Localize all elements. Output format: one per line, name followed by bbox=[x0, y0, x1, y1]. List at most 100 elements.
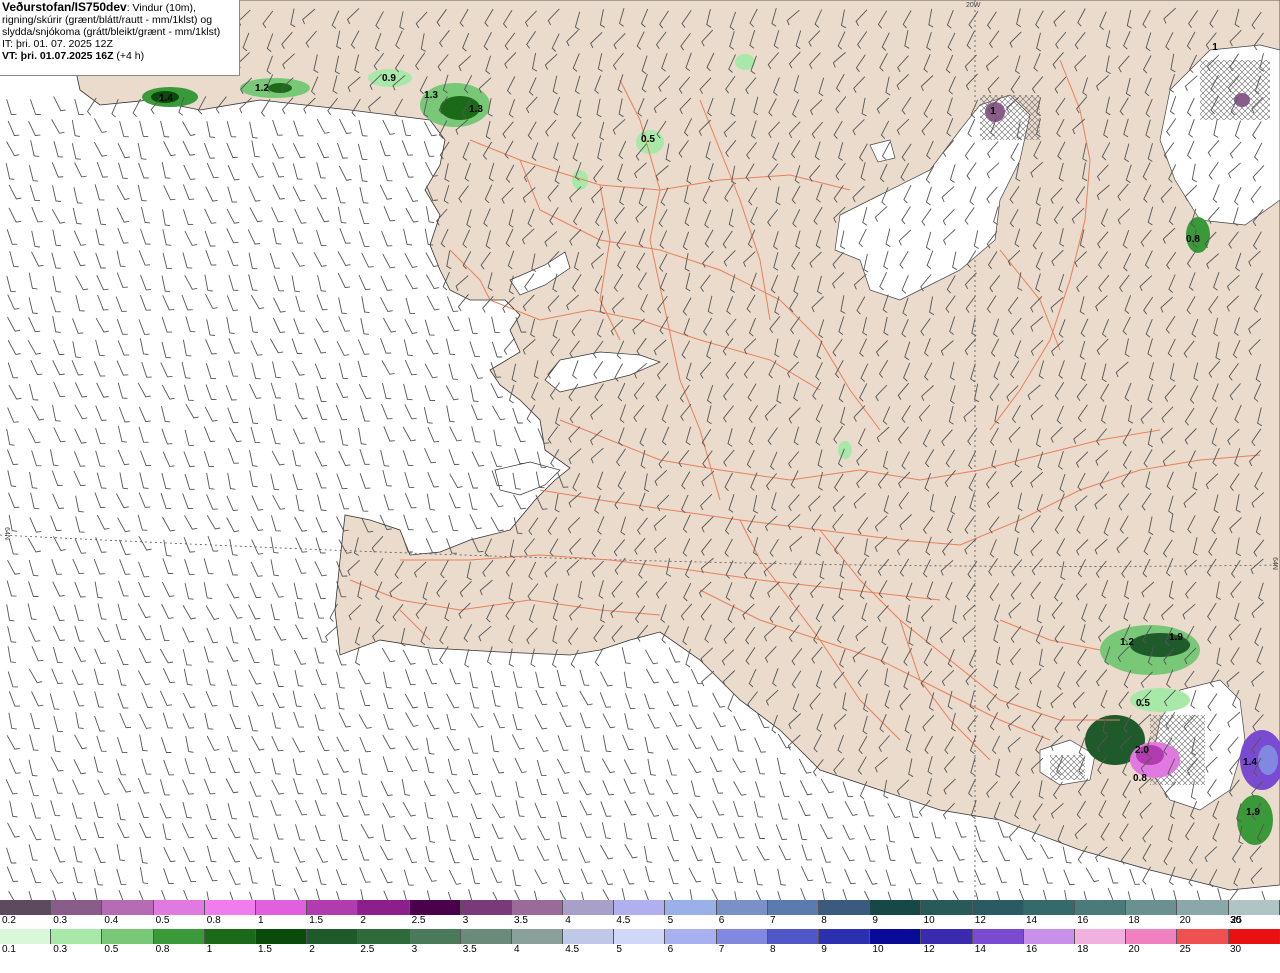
snow-label: 2.5 bbox=[411, 915, 426, 926]
rain-label: 0.3 bbox=[53, 944, 68, 955]
snow-label: 18 bbox=[1128, 915, 1140, 926]
rain-swatch bbox=[51, 929, 103, 944]
snow-swatch bbox=[614, 900, 666, 915]
snow-swatch bbox=[921, 900, 973, 915]
rain-label: 5 bbox=[616, 944, 622, 955]
snow-swatch bbox=[51, 900, 103, 915]
lon-label: 20W bbox=[966, 2, 981, 9]
map-canvas: 1.4 1.2 0.9 1.3 1.3 0.5 1 0.8 1.2 1.9 0.5 2.0 0.8 1.9… bbox=[0, 0, 1280, 900]
lat-label-left: 64N bbox=[2, 527, 10, 540]
precip-value-label: 1.4 bbox=[1243, 757, 1257, 768]
snow-label: 0.8 bbox=[206, 915, 221, 926]
snow-label: 2 bbox=[360, 915, 366, 926]
rain-label: 3 bbox=[411, 944, 418, 955]
rain-swatch bbox=[307, 929, 359, 944]
rain-label: 6 bbox=[667, 944, 674, 955]
rain-label: 1.5 bbox=[258, 944, 272, 955]
rain-label: 7 bbox=[718, 944, 725, 955]
rain-swatch bbox=[870, 929, 922, 944]
map-title: Veðurstofan/IS750dev bbox=[2, 0, 127, 14]
snow-swatch bbox=[0, 900, 52, 915]
rain-swatch bbox=[563, 929, 615, 944]
rain-swatch bbox=[409, 929, 461, 944]
rain-swatch bbox=[153, 929, 205, 944]
snow-label: 14 bbox=[1026, 915, 1038, 926]
precip-value-label: 1.4 bbox=[159, 93, 173, 104]
lead-time: (+4 h) bbox=[116, 50, 145, 62]
snow-swatch bbox=[460, 900, 512, 915]
rain-label: 2.5 bbox=[360, 944, 375, 955]
snow-legend-labels: 0.2 0.3 0.4 0.5 0.8 1 1.5 2 2.5 3 3.5 4 4.5 5 6 7 8 9 10 12… bbox=[0, 915, 1280, 929]
precip-value-label: 1 bbox=[1212, 42, 1218, 53]
rain-label: 8 bbox=[770, 944, 776, 955]
rain-swatch bbox=[614, 929, 666, 944]
snow-label: 3.5 bbox=[514, 915, 528, 926]
snow-swatch bbox=[767, 900, 819, 915]
rain-label: 25 bbox=[1179, 944, 1191, 955]
snow-label: 30 bbox=[1230, 915, 1242, 926]
snow-swatch bbox=[255, 900, 308, 915]
rain-swatch bbox=[1074, 929, 1127, 944]
rain-label: 9 bbox=[821, 944, 827, 955]
snow-swatch bbox=[1023, 900, 1075, 915]
rain-swatch bbox=[358, 929, 410, 944]
initial-time: IT: þri. 01. 07. 2025 12Z bbox=[2, 38, 113, 50]
snow-swatch bbox=[563, 900, 615, 915]
rain-label: 14 bbox=[974, 944, 986, 955]
snow-label: 4 bbox=[565, 915, 571, 926]
snow-label: 4.5 bbox=[616, 915, 631, 926]
rain-label: 4 bbox=[514, 944, 520, 955]
rain-label: 0.1 bbox=[2, 944, 16, 955]
snow-legend-bar bbox=[0, 900, 1280, 915]
snow-label: 10 bbox=[923, 915, 935, 926]
precip-value-label: 1.3 bbox=[424, 90, 438, 101]
rain-swatch bbox=[255, 929, 308, 944]
weather-map: 1.4 1.2 0.9 1.3 1.3 0.5 1 0.8 1.2 1.9 0.5 2.0 0.8 1.9… bbox=[0, 0, 1280, 900]
rain-swatch bbox=[511, 929, 564, 944]
precip-value-label: 0.8 bbox=[1133, 773, 1147, 784]
snow-label: 0.4 bbox=[104, 915, 119, 926]
rain-label: 1 bbox=[206, 944, 213, 955]
snow-label: 12 bbox=[974, 915, 986, 926]
snow-swatch bbox=[153, 900, 205, 915]
rain-swatch bbox=[767, 929, 819, 944]
rain-swatch bbox=[204, 929, 256, 944]
rain-swatch bbox=[0, 929, 52, 944]
map-info-box: Veðurstofan/IS750dev: Vindur (10m), rign… bbox=[0, 0, 240, 76]
rain-swatch bbox=[921, 929, 973, 944]
snow-swatch bbox=[358, 900, 410, 915]
precip-value-label: 1.9 bbox=[1246, 807, 1260, 818]
rain-swatch bbox=[1023, 929, 1075, 944]
precip-value-label: 1.2 bbox=[255, 83, 269, 94]
rain-legend: 0.1 0.3 0.5 0.8 1 1.5 2 2.5 3 3.5 4 4.5 5 6 7 8 9 10 12 14 1… bbox=[0, 929, 1280, 973]
snow-label: 6 bbox=[718, 915, 725, 926]
rain-swatch bbox=[665, 929, 717, 944]
info-line-3: slydda/snjókoma (grátt/bleikt/grænt - mm… bbox=[2, 26, 221, 38]
precip-value-label: 1.2 bbox=[1120, 637, 1134, 648]
precip-value-label: 1.9 bbox=[1169, 632, 1183, 643]
info-line-1: Veðurstofan/IS750dev: Vindur (10m), bbox=[2, 1, 237, 14]
snow-label: 20 bbox=[1179, 915, 1191, 926]
snow-swatch bbox=[204, 900, 256, 915]
rain-label: 20 bbox=[1128, 944, 1140, 955]
snow-swatch bbox=[819, 900, 871, 915]
rain-swatch bbox=[1228, 929, 1280, 944]
snow-label: 8 bbox=[821, 915, 827, 926]
rain-label: 12 bbox=[923, 944, 935, 955]
snow-swatch bbox=[870, 900, 922, 915]
snow-swatch bbox=[511, 900, 564, 915]
precip-value-label: 2.0 bbox=[1135, 745, 1149, 756]
snow-label: 0.2 bbox=[2, 915, 16, 926]
snow-swatch bbox=[1126, 900, 1178, 915]
snow-swatch bbox=[1074, 900, 1127, 915]
rain-label: 4.5 bbox=[565, 944, 580, 955]
snow-label: 3 bbox=[462, 915, 469, 926]
rain-swatch bbox=[1126, 929, 1178, 944]
rain-label: 18 bbox=[1077, 944, 1089, 955]
snow-label: 16 bbox=[1077, 915, 1089, 926]
rain-legend-bar bbox=[0, 929, 1280, 944]
rain-swatch bbox=[460, 929, 512, 944]
snow-label: 7 bbox=[770, 915, 776, 926]
snow-label: 9 bbox=[872, 915, 878, 926]
snow-label: 0.5 bbox=[155, 915, 170, 926]
